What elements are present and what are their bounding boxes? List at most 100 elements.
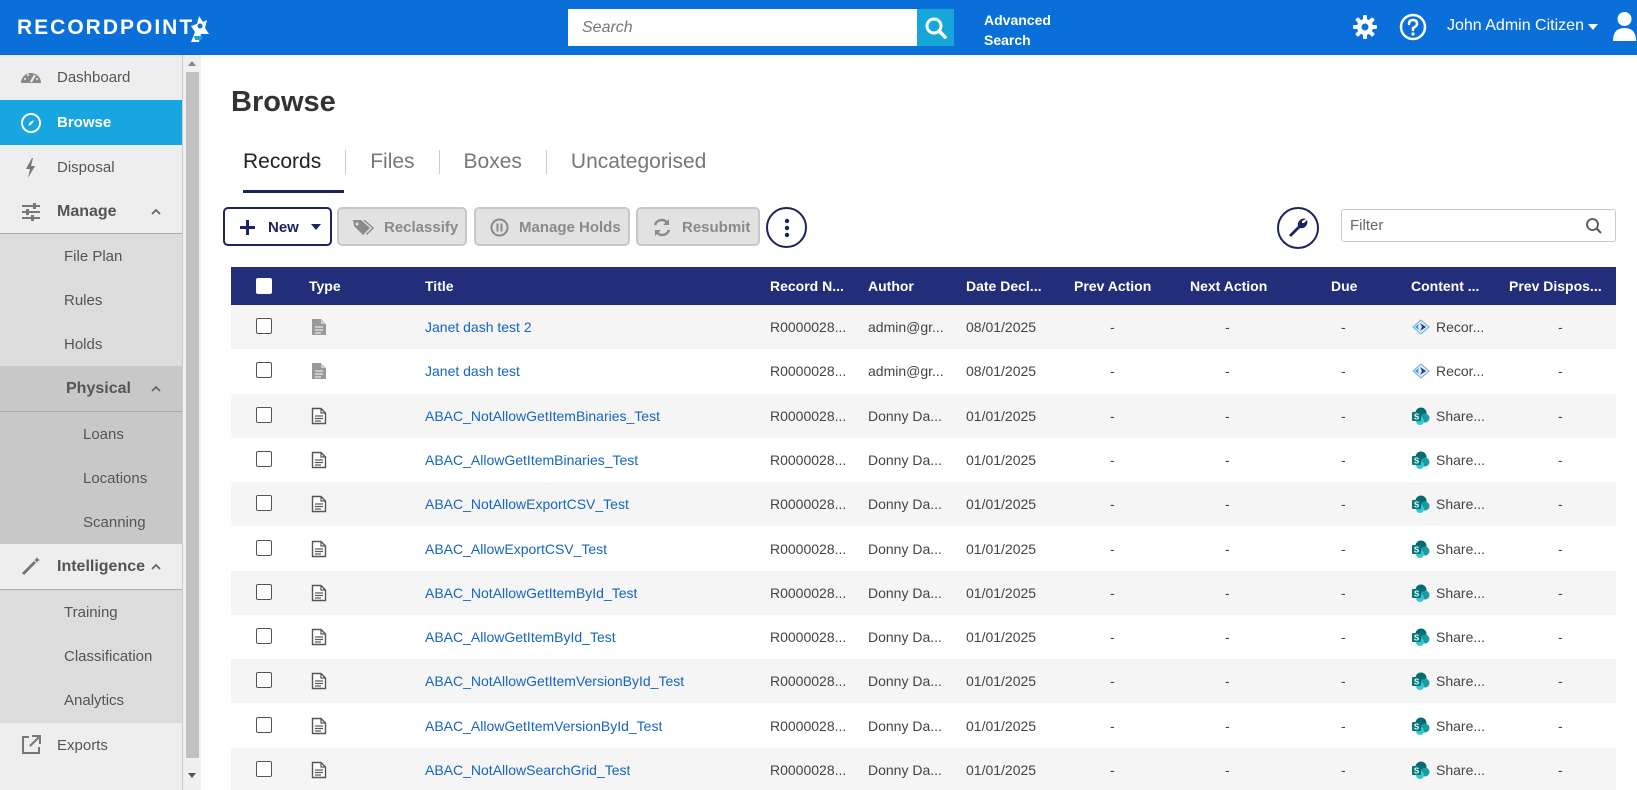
- author-cell: Donny Da...: [868, 540, 942, 557]
- column-header-record-number[interactable]: Record N...: [770, 278, 844, 294]
- table-row[interactable]: ABAC_NotAllowGetItemVersionById_Test R000…: [231, 659, 1616, 704]
- document-icon: [311, 673, 327, 690]
- chevron-down-icon[interactable]: [1588, 24, 1598, 30]
- table-row[interactable]: Janet dash test 2 R0000028... admin@gr... 0…: [231, 305, 1616, 349]
- column-settings-button[interactable]: [1277, 207, 1319, 249]
- filter-input[interactable]: [1341, 209, 1616, 242]
- sidebar-item-scanning[interactable]: Scanning: [0, 500, 182, 544]
- sidebar-item-dashboard[interactable]: Dashboard: [0, 55, 182, 100]
- column-header-next-action[interactable]: Next Action: [1190, 278, 1267, 294]
- sidebar-item-training[interactable]: Training: [0, 590, 182, 634]
- svg-text:S: S: [1414, 634, 1420, 643]
- record-title-link[interactable]: ABAC_AllowGetItemBinaries_Test: [425, 452, 638, 468]
- search-button[interactable]: [917, 9, 954, 46]
- record-title-link[interactable]: Janet dash test 2: [425, 319, 532, 335]
- record-title-link[interactable]: Janet dash test: [425, 363, 520, 379]
- sidebar-item-exports[interactable]: Exports: [0, 723, 182, 768]
- table-row[interactable]: ABAC_NotAllowGetItemBinaries_Test R000002…: [231, 393, 1616, 438]
- content-source-cell: Recor...: [1436, 319, 1485, 335]
- pause-circle-icon: [490, 218, 509, 237]
- author-cell: Donny Da...: [868, 629, 942, 646]
- table-row[interactable]: ABAC_NotAllowExportCSV_Test R0000028... Do…: [231, 482, 1616, 527]
- sidebar-section-physical[interactable]: Physical: [0, 366, 182, 411]
- tab-files[interactable]: Files: [370, 150, 414, 174]
- reclassify-button[interactable]: Reclassify: [337, 207, 467, 246]
- record-title-link[interactable]: ABAC_NotAllowSearchGrid_Test: [425, 762, 630, 778]
- sidebar-section-label: Manage: [57, 202, 117, 220]
- sidebar-item-browse[interactable]: Browse: [0, 100, 182, 145]
- sidebar-item-file-plan[interactable]: File Plan: [0, 234, 182, 278]
- row-checkbox[interactable]: [256, 362, 272, 379]
- user-avatar-icon[interactable]: [1612, 11, 1637, 41]
- svg-text:S: S: [1414, 501, 1420, 510]
- row-checkbox[interactable]: [256, 672, 272, 689]
- tab-separator: [438, 150, 440, 174]
- table-row[interactable]: ABAC_NotAllowGetItemById_Test R0000028...…: [231, 570, 1616, 615]
- scroll-down-arrow-icon[interactable]: [188, 773, 196, 778]
- user-menu[interactable]: John Admin Citizen: [1447, 17, 1584, 35]
- column-header-date-declared[interactable]: Date Decl...: [966, 278, 1041, 294]
- prev-disposal-cell: -: [1558, 629, 1563, 646]
- gear-icon[interactable]: [1352, 14, 1378, 40]
- advanced-search-link[interactable]: Advanced Search: [984, 10, 1051, 50]
- row-checkbox[interactable]: [256, 318, 272, 334]
- record-title-link[interactable]: ABAC_AllowGetItemById_Test: [425, 629, 616, 645]
- column-header-author[interactable]: Author: [868, 278, 914, 294]
- scrollbar-thumb[interactable]: [186, 72, 199, 758]
- sidebar-section-manage[interactable]: Manage: [0, 190, 182, 233]
- help-icon[interactable]: [1399, 13, 1427, 41]
- sidebar-item-loans[interactable]: Loans: [0, 412, 182, 456]
- sidebar-item-holds[interactable]: Holds: [0, 322, 182, 366]
- record-title-link[interactable]: ABAC_AllowGetItemVersionById_Test: [425, 718, 662, 734]
- manage-holds-button[interactable]: Manage Holds: [474, 207, 630, 246]
- more-options-button[interactable]: [766, 207, 807, 248]
- column-header-type[interactable]: Type: [309, 278, 341, 294]
- resubmit-button[interactable]: Resubmit: [636, 207, 760, 246]
- tab-records[interactable]: Records: [243, 150, 321, 174]
- record-title-link[interactable]: ABAC_NotAllowExportCSV_Test: [425, 496, 629, 512]
- tab-uncategorised[interactable]: Uncategorised: [571, 150, 706, 174]
- table-row[interactable]: ABAC_AllowGetItemVersionById_Test R000002…: [231, 703, 1616, 748]
- row-checkbox[interactable]: [256, 450, 272, 467]
- tab-boxes[interactable]: Boxes: [464, 150, 522, 174]
- column-header-prev-disposal[interactable]: Prev Dispos...: [1509, 278, 1602, 294]
- row-checkbox[interactable]: [256, 539, 272, 556]
- scroll-up-arrow-icon[interactable]: [188, 61, 196, 66]
- row-checkbox[interactable]: [256, 716, 272, 733]
- author-cell: admin@gr...: [868, 363, 944, 380]
- table-row[interactable]: ABAC_AllowExportCSV_Test R0000028... Donny…: [231, 526, 1616, 571]
- table-row[interactable]: ABAC_AllowGetItemBinaries_Test R0000028..…: [231, 437, 1616, 482]
- row-checkbox[interactable]: [256, 495, 272, 512]
- record-title-link[interactable]: ABAC_NotAllowGetItemById_Test: [425, 585, 637, 601]
- sidebar-item-locations[interactable]: Locations: [0, 456, 182, 500]
- record-title-link[interactable]: ABAC_NotAllowGetItemBinaries_Test: [425, 408, 660, 424]
- column-header-prev-action[interactable]: Prev Action: [1074, 278, 1151, 294]
- record-title-link[interactable]: ABAC_NotAllowGetItemVersionById_Test: [425, 673, 684, 689]
- row-checkbox[interactable]: [256, 406, 272, 423]
- table-row[interactable]: ABAC_NotAllowSearchGrid_Test R0000028... D…: [231, 748, 1616, 790]
- sidebar-item-disposal[interactable]: Disposal: [0, 145, 182, 190]
- sidebar-item-analytics[interactable]: Analytics: [0, 678, 182, 723]
- select-all-checkbox[interactable]: [256, 278, 272, 294]
- sidebar: Dashboard Browse Disposal Manage File Pl…: [0, 55, 183, 790]
- app-logo[interactable]: RECORDPOINT: [17, 16, 194, 40]
- column-header-title[interactable]: Title: [425, 278, 454, 294]
- record-number-cell: R0000028...: [770, 584, 847, 601]
- document-icon: [311, 540, 327, 557]
- table-row[interactable]: ABAC_AllowGetItemById_Test R0000028... Don…: [231, 615, 1616, 660]
- sidebar-item-rules[interactable]: Rules: [0, 278, 182, 322]
- table-row[interactable]: Janet dash test R0000028... admin@gr... 08/…: [231, 349, 1616, 394]
- row-checkbox[interactable]: [256, 583, 272, 600]
- column-header-due[interactable]: Due: [1331, 278, 1357, 294]
- sidebar-section-intelligence[interactable]: Intelligence: [0, 544, 182, 589]
- row-checkbox[interactable]: [256, 628, 272, 645]
- sidebar-item-classification[interactable]: Classification: [0, 634, 182, 678]
- row-checkbox[interactable]: [256, 761, 272, 777]
- date-declared-cell: 01/01/2025: [966, 762, 1037, 778]
- search-input[interactable]: [568, 9, 918, 46]
- content-source-cell: Share...: [1436, 451, 1486, 468]
- search-icon[interactable]: [1585, 217, 1603, 235]
- record-title-link[interactable]: ABAC_AllowExportCSV_Test: [425, 541, 607, 557]
- column-header-content-source[interactable]: Content ...: [1411, 278, 1479, 294]
- new-button[interactable]: New: [223, 207, 332, 246]
